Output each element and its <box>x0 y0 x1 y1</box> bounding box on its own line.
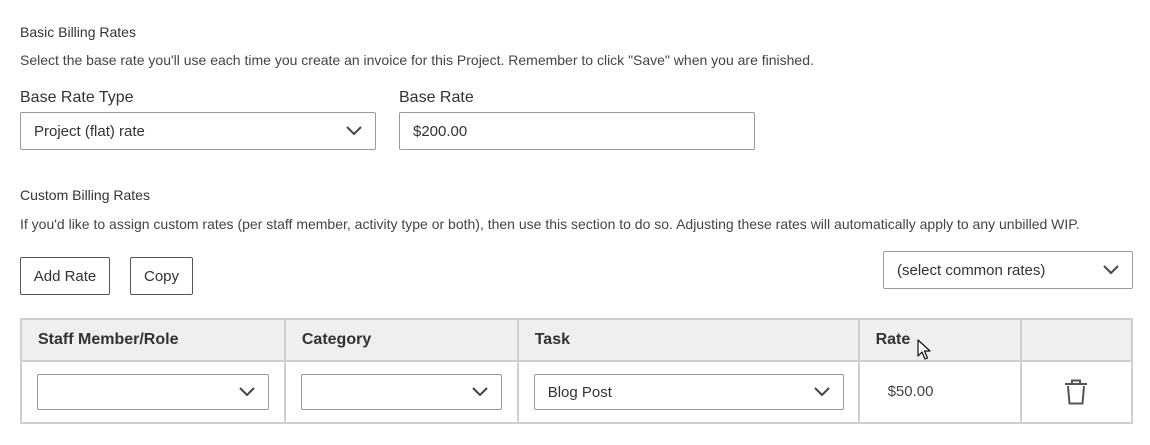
custom-billing-rates-title: Custom Billing Rates <box>20 187 150 203</box>
task-value: Blog Post <box>547 383 612 401</box>
column-header-category: Category <box>283 318 519 362</box>
base-rate-type-select[interactable]: Project (flat) rate <box>20 112 376 150</box>
base-rate-type-value: Project (flat) rate <box>34 122 145 140</box>
custom-rates-table: Staff Member/Role Category Task Rate Blo… <box>20 318 1134 424</box>
task-cell: Blog Post <box>516 360 860 424</box>
base-rate-type-label: Base Rate Type <box>20 89 134 106</box>
table-header-row: Staff Member/Role Category Task Rate <box>20 318 1134 362</box>
rate-cell: $50.00 <box>857 360 1022 424</box>
common-rates-value: (select common rates) <box>897 261 1046 279</box>
copy-button[interactable]: Copy <box>130 257 193 295</box>
trash-icon[interactable] <box>1064 379 1088 405</box>
chevron-down-icon <box>346 126 362 136</box>
custom-billing-rates-description: If you'd like to assign custom rates (pe… <box>20 216 1080 232</box>
actions-cell <box>1019 360 1134 424</box>
mouse-pointer-icon <box>917 339 931 360</box>
column-header-staff: Staff Member/Role <box>20 318 286 362</box>
staff-cell <box>20 360 286 424</box>
chevron-down-icon <box>472 387 488 397</box>
column-header-task: Task <box>516 318 860 362</box>
base-rate-label: Base Rate <box>399 89 474 106</box>
chevron-down-icon <box>814 387 830 397</box>
column-header-rate: Rate <box>857 318 1022 362</box>
chevron-down-icon <box>1103 265 1119 275</box>
rate-value[interactable]: $50.00 <box>860 383 934 400</box>
common-rates-select[interactable]: (select common rates) <box>883 251 1133 289</box>
basic-billing-rates-description: Select the base rate you'll use each tim… <box>20 52 814 68</box>
table-row: Blog Post $50.00 <box>20 360 1134 424</box>
staff-member-select[interactable] <box>37 374 269 410</box>
base-rate-input[interactable]: $200.00 <box>399 112 755 150</box>
category-select[interactable] <box>300 374 502 410</box>
basic-billing-rates-title: Basic Billing Rates <box>20 24 136 40</box>
add-rate-button[interactable]: Add Rate <box>20 257 110 295</box>
task-select[interactable]: Blog Post <box>533 374 844 410</box>
chevron-down-icon <box>239 387 255 397</box>
category-cell <box>283 360 519 424</box>
base-rate-value: $200.00 <box>413 122 468 140</box>
column-header-actions <box>1019 318 1134 362</box>
